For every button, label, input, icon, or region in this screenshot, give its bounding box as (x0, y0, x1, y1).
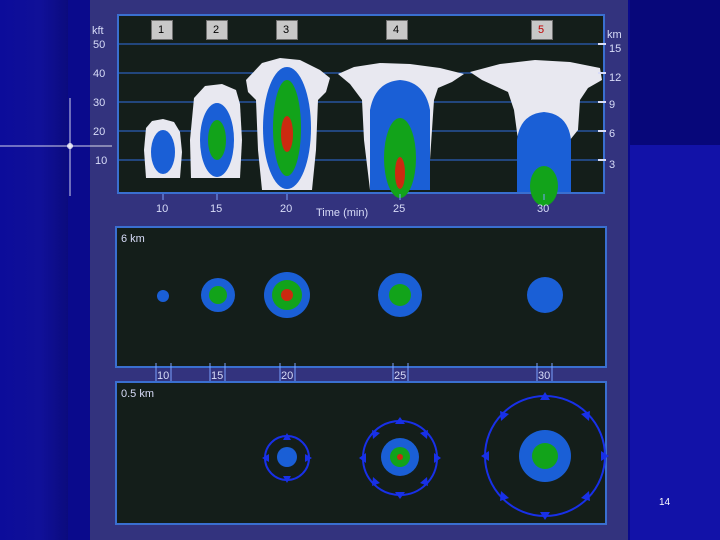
left-tick: 10 (95, 155, 107, 167)
bottom-panel-label: 0.5 km (121, 388, 154, 400)
right-tick: 15 (609, 43, 621, 55)
left-tick: 40 (93, 68, 105, 80)
left-tick: 20 (93, 126, 105, 138)
sparkle-decoration (0, 98, 112, 196)
stage-button-label: 1 (158, 24, 165, 36)
diagram-overlay: kft 50 40 30 20 10 km 15 12 9 6 3 10 15 (0, 25, 622, 520)
time-tick: 15 (210, 203, 222, 215)
right-axis: km 15 12 9 6 3 (598, 29, 622, 171)
stage-button-3[interactable]: 3 (276, 20, 298, 40)
time-tick: 10 (156, 203, 168, 215)
time-tick: 30 (537, 203, 549, 215)
storm-cell-stage-2 (190, 84, 242, 178)
stage-button-label: 5 (538, 24, 545, 36)
right-axis-unit: km (607, 29, 622, 41)
storm-cell-stage-3 (246, 58, 330, 190)
time-tick: 20 (280, 203, 292, 215)
stage-button-label: 2 (213, 24, 220, 36)
time-axis: 10 15 20 25 30 Time (min) (156, 194, 549, 219)
slide-number: 14 (659, 497, 671, 508)
storm-cell-stage-1 (144, 119, 182, 178)
cross-sections-6km (157, 272, 563, 318)
right-tick: 3 (609, 159, 615, 171)
ruler-tick: 25 (394, 370, 406, 382)
left-tick: 30 (93, 97, 105, 109)
gust-front-stage-4 (359, 417, 441, 499)
gust-front-stage-5 (481, 392, 609, 520)
gust-front-stage-3 (262, 433, 312, 483)
time-ruler: 10 15 20 25 30 (155, 363, 553, 382)
stage-button-label: 4 (393, 24, 400, 36)
ruler-tick: 10 (157, 370, 169, 382)
stage-button-2[interactable]: 2 (206, 20, 228, 40)
ruler-tick: 30 (538, 370, 550, 382)
right-tick: 9 (609, 99, 615, 111)
middle-panel-label: 6 km (121, 233, 145, 245)
stage-button-1[interactable]: 1 (151, 20, 173, 40)
ruler-tick: 20 (281, 370, 293, 382)
time-axis-label: Time (min) (316, 207, 368, 219)
stage-button-label: 3 (283, 24, 290, 36)
stage-button-4[interactable]: 4 (386, 20, 408, 40)
left-tick: 50 (93, 39, 105, 51)
stage-button-5[interactable]: 5 (531, 20, 553, 40)
right-tick: 6 (609, 128, 615, 140)
left-axis-unit: kft (92, 25, 104, 37)
time-tick: 25 (393, 203, 405, 215)
ruler-tick: 15 (211, 370, 223, 382)
right-tick: 12 (609, 72, 621, 84)
storm-cell-stage-5 (470, 60, 602, 206)
